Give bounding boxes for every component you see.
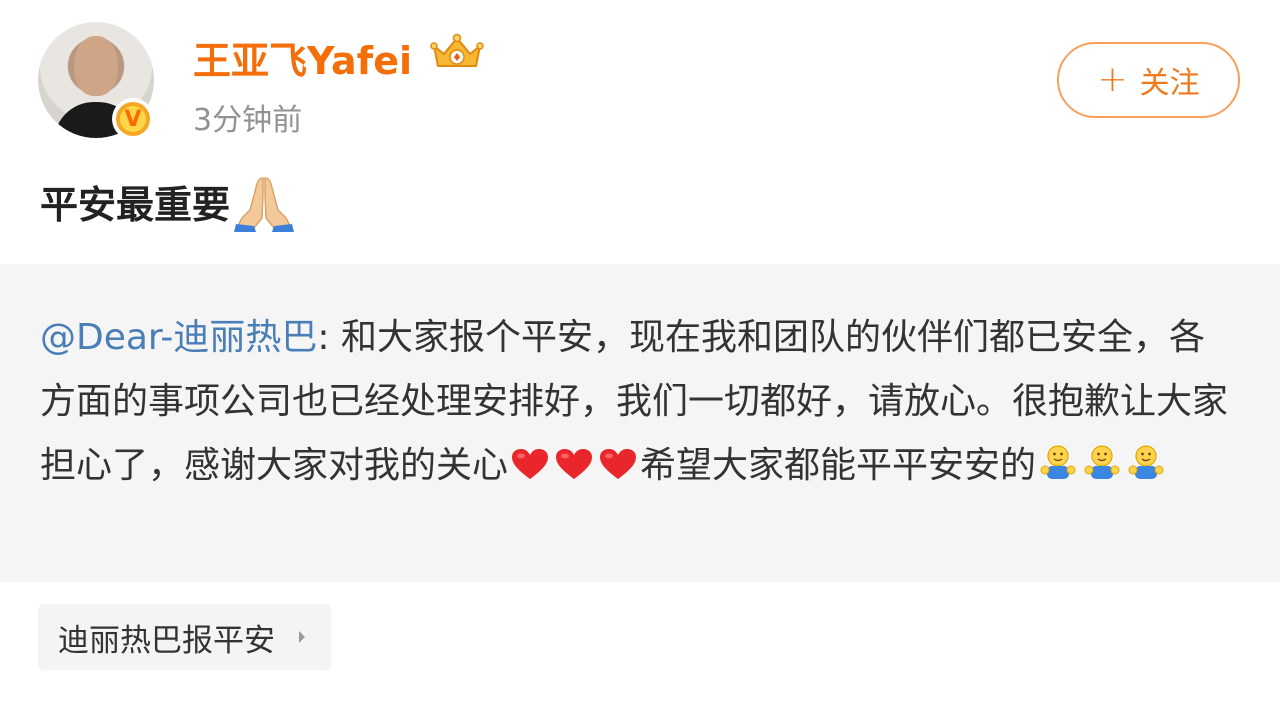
hug-icon (1128, 445, 1164, 479)
chevron-right-icon (299, 631, 305, 643)
crown-icon[interactable] (430, 32, 484, 72)
verified-badge-letter: V (120, 106, 146, 132)
post-text-content: 平安最重要 (40, 182, 231, 227)
avatar-head (74, 36, 118, 96)
repost-text-part2: 希望大家都能平平安安的 (640, 445, 1037, 486)
post-text: 平安最重要 (40, 172, 295, 232)
heart-icon (600, 449, 637, 479)
heart-icon (512, 449, 549, 479)
hug-icon (1040, 445, 1076, 479)
topic-label: 迪丽热巴报平安 (58, 622, 275, 659)
plus-icon: + (1097, 59, 1128, 100)
repost-box[interactable]: @Dear-迪丽热巴: 和大家报个平安，现在我和团队的伙伴们都已安全，各方面的事… (0, 264, 1280, 582)
heart-icon (556, 449, 593, 479)
mention-link[interactable]: @Dear-迪丽热巴 (40, 317, 317, 358)
follow-label: 关注 (1139, 66, 1200, 101)
verified-icon: V (112, 98, 154, 140)
repost-text: @Dear-迪丽热巴: 和大家报个平安，现在我和团队的伙伴们都已安全，各方面的事… (40, 306, 1230, 498)
follow-button[interactable]: + 关注 (1057, 42, 1240, 118)
pray-icon (234, 177, 295, 232)
hug-icon (1084, 445, 1120, 479)
topic-tag[interactable]: 迪丽热巴报平安 (38, 604, 331, 670)
post-timestamp: 3分钟前 (193, 103, 303, 138)
username[interactable]: 王亚飞Yafei (193, 30, 412, 85)
